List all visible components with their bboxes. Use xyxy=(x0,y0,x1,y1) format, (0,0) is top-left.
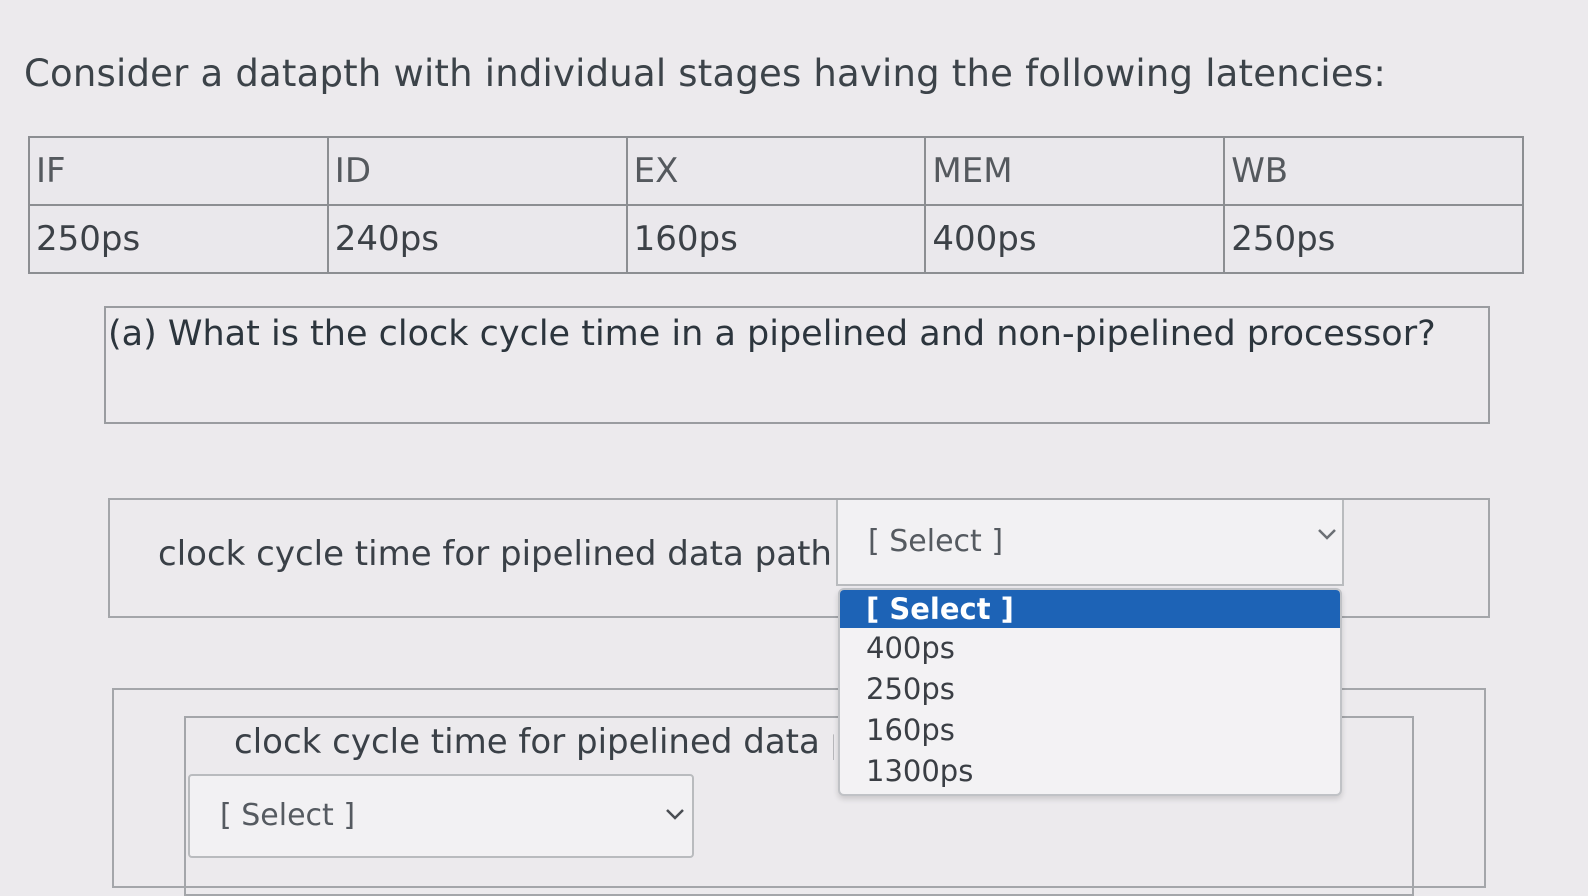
table-cell: 250ps xyxy=(28,204,329,274)
question-text: (a) What is the clock cycle time in a pi… xyxy=(108,314,1436,354)
dropdown-option-400ps[interactable]: 400ps xyxy=(840,628,1340,669)
select-dropdown-list[interactable]: [ Select ] 400ps 250ps 160ps 1300ps xyxy=(838,588,1342,796)
table-header-cell: WB xyxy=(1223,136,1524,206)
table-cell: 160ps xyxy=(625,204,927,274)
pipelined-select-value: [ Select ] xyxy=(868,524,1004,559)
table-cell: 250ps xyxy=(1223,204,1524,274)
latency-table: IF ID EX MEM WB 250ps 240ps 160ps 400ps … xyxy=(28,136,1524,274)
table-header-cell: MEM xyxy=(924,136,1226,206)
table-header-row: IF ID EX MEM WB xyxy=(28,136,1524,206)
table-cell: 240ps xyxy=(326,204,628,274)
dropdown-option-250ps[interactable]: 250ps xyxy=(840,669,1340,710)
table-cell: 400ps xyxy=(924,204,1226,274)
pipelined-select[interactable]: [ Select ] xyxy=(836,500,1344,586)
table-row: 250ps 240ps 160ps 400ps 250ps xyxy=(28,204,1524,274)
dropdown-option-160ps[interactable]: 160ps xyxy=(840,710,1340,751)
pipelined-label: clock cycle time for pipelined data path… xyxy=(158,534,872,574)
question-box: (a) What is the clock cycle time in a pi… xyxy=(104,306,1490,424)
dropdown-option-1300ps[interactable]: 1300ps xyxy=(840,751,1340,792)
second-select-value: [ Select ] xyxy=(220,798,356,833)
table-header-cell: ID xyxy=(326,136,628,206)
chevron-down-icon xyxy=(664,806,686,825)
second-select[interactable]: [ Select ] xyxy=(188,774,694,858)
chevron-down-icon xyxy=(1316,526,1338,545)
table-header-cell: EX xyxy=(625,136,927,206)
page-heading: Consider a datapth with individual stage… xyxy=(24,52,1386,95)
dropdown-option-select[interactable]: [ Select ] xyxy=(840,590,1340,628)
second-answer-label: clock cycle time for pipelined data pa xyxy=(234,722,834,762)
table-header-cell: IF xyxy=(28,136,329,206)
